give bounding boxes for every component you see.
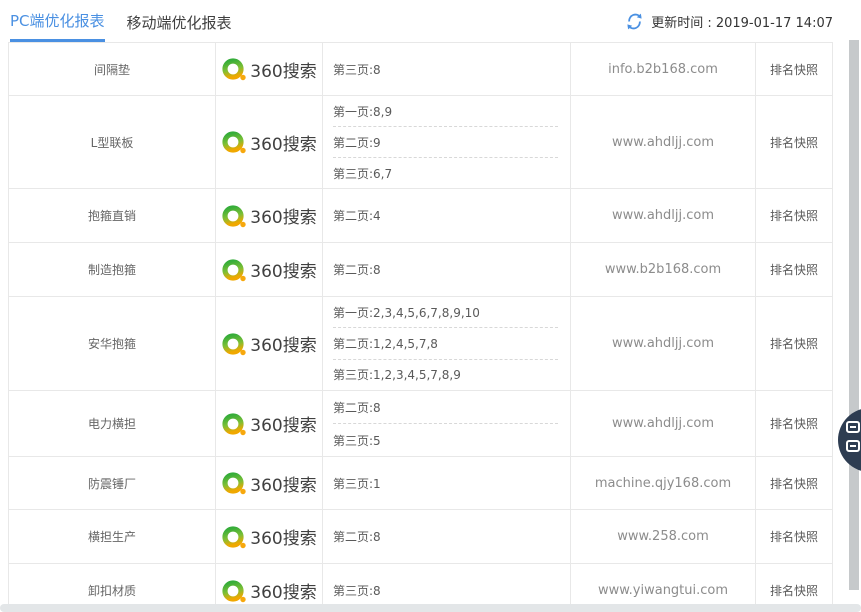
feedback-button[interactable] <box>838 408 861 472</box>
page-line: 第二页:4 <box>333 189 558 242</box>
engine-cell: 360搜索 <box>216 510 323 563</box>
pages-cell: 第二页:4 <box>323 189 571 242</box>
pages-cell: 第二页:8 <box>323 243 571 296</box>
feedback-icon <box>846 440 860 452</box>
360-search-logo-icon: 360搜索 <box>221 129 316 155</box>
table-row: L型联板 360搜索 第一页:8,9 第二页:9 第三页:6,7 www.ahd… <box>9 96 832 189</box>
table-row: 抱箍直销 360搜索 第二页:4 www.ahdljj.com 排名快照 <box>9 189 832 243</box>
table-row: 间隔垫 360搜索 第三页:8 info.b2b168.com 排名快照 <box>9 43 832 96</box>
domain-cell: www.ahdljj.com <box>571 297 756 390</box>
page-line: 第一页:8,9 <box>333 96 558 127</box>
snapshot-link[interactable]: 排名快照 <box>756 96 832 188</box>
360-search-logo-icon: 360搜索 <box>221 578 316 604</box>
update-time: 更新时间 : 2019-01-17 14:07 <box>651 12 833 31</box>
horizontal-scrollbar[interactable] <box>0 604 861 612</box>
snapshot-link[interactable]: 排名快照 <box>756 243 832 296</box>
page-line: 第一页:2,3,4,5,6,7,8,9,10 <box>333 297 558 328</box>
page-line: 第二页:8 <box>333 391 558 424</box>
pages-cell: 第二页:8 第三页:5 <box>323 391 571 456</box>
pages-cell: 第三页:1 <box>323 457 571 509</box>
tab-pc-report[interactable]: PC端优化报表 <box>10 0 105 42</box>
snapshot-link[interactable]: 排名快照 <box>756 391 832 456</box>
feedback-icon <box>846 421 860 433</box>
pages-cell: 第三页:8 <box>323 43 571 95</box>
keyword-cell: L型联板 <box>9 96 216 188</box>
tab-mobile-report[interactable]: 移动端优化报表 <box>127 2 232 41</box>
engine-cell: 360搜索 <box>216 189 323 242</box>
pages-cell: 第一页:2,3,4,5,6,7,8,9,10 第二页:1,2,4,5,7,8 第… <box>323 297 571 390</box>
refresh-icon[interactable] <box>625 12 644 31</box>
snapshot-link[interactable]: 排名快照 <box>756 510 832 563</box>
engine-cell: 360搜索 <box>216 297 323 390</box>
360-search-logo-icon: 360搜索 <box>221 257 316 283</box>
page-line: 第二页:9 <box>333 127 558 158</box>
page-line: 第三页:1,2,3,4,5,7,8,9 <box>333 360 558 390</box>
domain-cell: info.b2b168.com <box>571 43 756 95</box>
domain-cell: www.ahdljj.com <box>571 391 756 456</box>
keyword-cell: 制造抱箍 <box>9 243 216 296</box>
keyword-cell: 防震锤厂 <box>9 457 216 509</box>
page-line: 第三页:1 <box>333 457 558 509</box>
domain-cell: www.258.com <box>571 510 756 563</box>
domain-cell: www.b2b168.com <box>571 243 756 296</box>
table-row: 防震锤厂 360搜索 第三页:1 machine.qjy168.com 排名快照 <box>9 457 832 510</box>
page: PC端优化报表 移动端优化报表 更新时间 : 2019-01-17 14:07 … <box>0 0 861 612</box>
keyword-cell: 抱箍直销 <box>9 189 216 242</box>
snapshot-link[interactable]: 排名快照 <box>756 189 832 242</box>
table-row: 制造抱箍 360搜索 第二页:8 www.b2b168.com 排名快照 <box>9 243 832 297</box>
keyword-cell: 电力横担 <box>9 391 216 456</box>
snapshot-link[interactable]: 排名快照 <box>756 457 832 509</box>
page-line: 第三页:8 <box>333 43 558 95</box>
keyword-cell: 安华抱箍 <box>9 297 216 390</box>
360-search-logo-icon: 360搜索 <box>221 411 316 437</box>
engine-cell: 360搜索 <box>216 243 323 296</box>
keyword-cell: 间隔垫 <box>9 43 216 95</box>
page-line: 第三页:5 <box>333 424 558 456</box>
page-line: 第三页:6,7 <box>333 158 558 188</box>
tab-bar: PC端优化报表 移动端优化报表 更新时间 : 2019-01-17 14:07 <box>8 0 833 42</box>
vertical-scrollbar[interactable] <box>849 40 859 590</box>
page-line: 第二页:8 <box>333 510 558 563</box>
360-search-logo-icon: 360搜索 <box>221 524 316 550</box>
table-row: 安华抱箍 360搜索 第一页:2,3,4,5,6,7,8,9,10 第二页:1,… <box>9 297 832 391</box>
pages-cell: 第二页:8 <box>323 510 571 563</box>
ranking-table: 间隔垫 360搜索 第三页:8 info.b2b168.com 排名快照 L型联… <box>8 42 833 612</box>
domain-cell: machine.qjy168.com <box>571 457 756 509</box>
snapshot-link[interactable]: 排名快照 <box>756 297 832 390</box>
keyword-cell: 横担生产 <box>9 510 216 563</box>
engine-cell: 360搜索 <box>216 391 323 456</box>
domain-cell: www.ahdljj.com <box>571 96 756 188</box>
360-search-logo-icon: 360搜索 <box>221 470 316 496</box>
table-row: 电力横担 360搜索 第二页:8 第三页:5 www.ahdljj.com 排名… <box>9 391 832 457</box>
domain-cell: www.ahdljj.com <box>571 189 756 242</box>
snapshot-link[interactable]: 排名快照 <box>756 43 832 95</box>
table-row: 横担生产 360搜索 第二页:8 www.258.com 排名快照 <box>9 510 832 564</box>
engine-cell: 360搜索 <box>216 96 323 188</box>
engine-cell: 360搜索 <box>216 457 323 509</box>
360-search-logo-icon: 360搜索 <box>221 56 316 82</box>
360-search-logo-icon: 360搜索 <box>221 203 316 229</box>
page-line: 第二页:8 <box>333 243 558 296</box>
page-line: 第二页:1,2,4,5,7,8 <box>333 328 558 359</box>
pages-cell: 第一页:8,9 第二页:9 第三页:6,7 <box>323 96 571 188</box>
engine-cell: 360搜索 <box>216 43 323 95</box>
360-search-logo-icon: 360搜索 <box>221 331 316 357</box>
